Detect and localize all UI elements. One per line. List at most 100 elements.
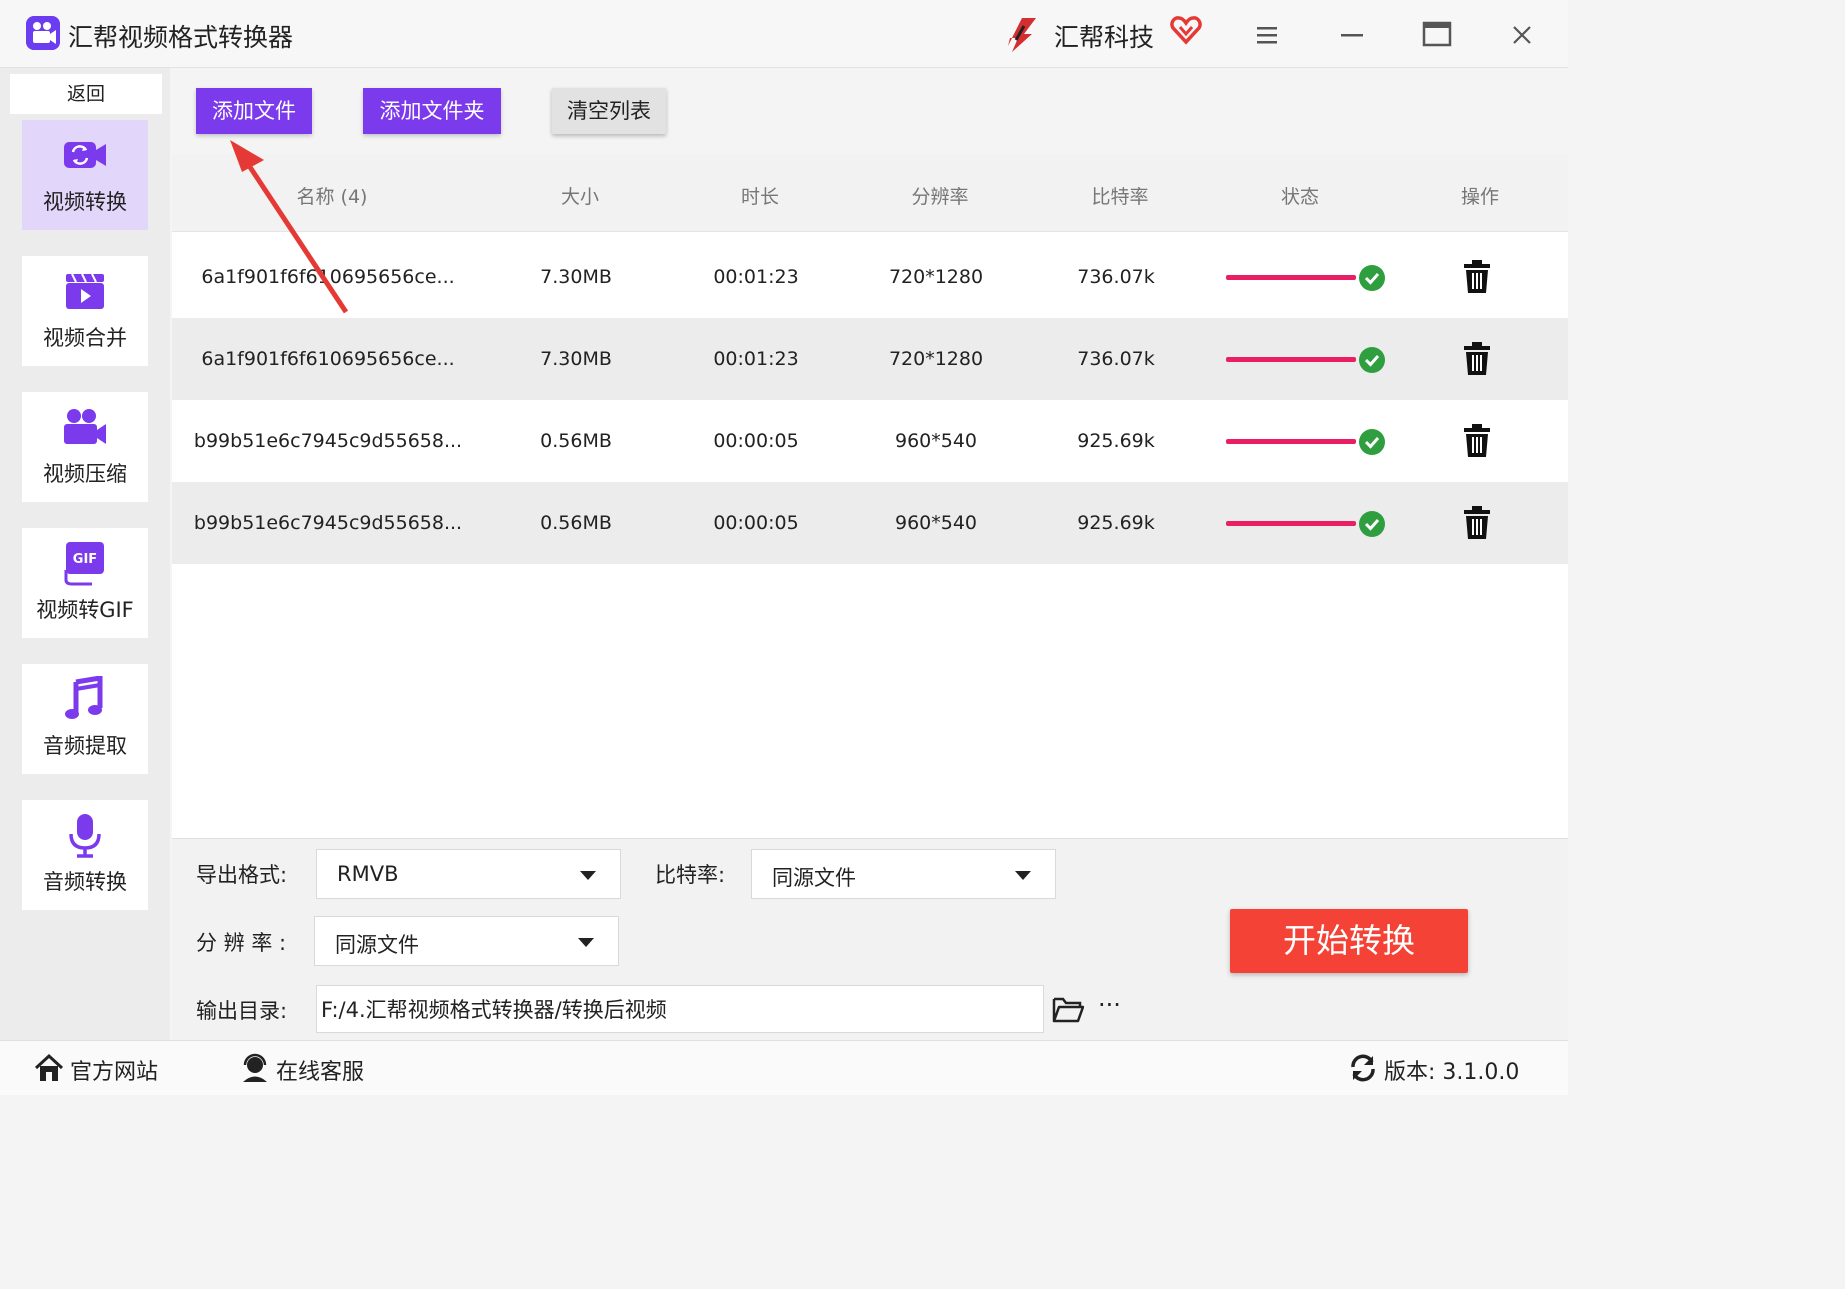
brand-name: 汇帮科技 [1054, 23, 1155, 52]
sidebar-item-label: 视频压缩 [43, 462, 127, 486]
brand-logo-icon [1008, 18, 1036, 52]
sidebar-item-label: 视频转换 [43, 190, 127, 214]
format-label: 导出格式: [196, 863, 288, 887]
trash-icon[interactable] [1462, 506, 1492, 540]
sidebar-item-audio-extract[interactable]: 音频提取 [22, 664, 148, 774]
progress-bar [1226, 521, 1356, 526]
official-website-link[interactable]: 官方网站 [70, 1054, 158, 1086]
table-row[interactable]: b99b51e6c7945c9d55658... 0.56MB 00:00:05… [172, 400, 1568, 482]
file-name: b99b51e6c7945c9d55658... [193, 512, 463, 534]
sidebar-item-video-gif[interactable]: GIF 视频转GIF [22, 528, 148, 638]
file-name: 6a1f901f6f610695656ce... [201, 348, 455, 370]
toolbar: 添加文件 添加文件夹 清空列表 [170, 68, 1568, 154]
check-circle-icon [1359, 429, 1385, 455]
sidebar: 返回 视频转换 视频合并 视频压缩 GIF 视频转GIF 音频提取 音频转换 [0, 68, 170, 1040]
check-circle-icon [1359, 265, 1385, 291]
header-name[interactable]: 名称 (4) [297, 182, 368, 209]
microphone-icon [69, 814, 101, 858]
resolution-value: 同源文件 [335, 933, 419, 957]
file-bitrate: 925.69k [1077, 430, 1155, 452]
file-resolution: 960*540 [894, 512, 978, 534]
back-button[interactable]: 返回 [10, 74, 162, 114]
close-icon[interactable] [1505, 18, 1539, 52]
title-bar: 汇帮视频格式转换器 汇帮科技 [0, 0, 1568, 68]
header-action: 操作 [1460, 186, 1500, 208]
gif-icon: GIF [64, 542, 104, 586]
vip-heart-icon[interactable] [1170, 14, 1202, 46]
app-title: 汇帮视频格式转换器 [68, 23, 294, 52]
customer-service-icon[interactable] [240, 1053, 270, 1083]
output-dir-input[interactable] [316, 985, 1044, 1033]
settings-panel: 导出格式: RMVB 比特率: 同源文件 分 辨 率 : 同源文件 输出目录: … [172, 838, 1568, 1040]
table-header: 名称 (4) 大小 时长 分辨率 比特率 状态 操作 [172, 154, 1568, 232]
sidebar-item-video-convert[interactable]: 视频转换 [22, 120, 148, 230]
menu-icon[interactable] [1250, 18, 1284, 52]
check-circle-icon [1359, 511, 1385, 537]
file-duration: 00:00:05 [713, 430, 799, 452]
trash-icon[interactable] [1462, 260, 1492, 294]
sidebar-item-video-merge[interactable]: 视频合并 [22, 256, 148, 366]
chevron-down-icon [580, 871, 596, 880]
trash-icon[interactable] [1462, 342, 1492, 376]
sidebar-item-label: 音频转换 [43, 870, 127, 894]
home-icon[interactable] [34, 1053, 64, 1083]
table-row[interactable]: b99b51e6c7945c9d55658... 0.56MB 00:00:05… [172, 482, 1568, 564]
sidebar-item-label: 视频合并 [43, 326, 127, 350]
progress-bar [1226, 357, 1356, 362]
online-service-link[interactable]: 在线客服 [276, 1054, 364, 1086]
header-size[interactable]: 大小 [561, 182, 599, 209]
maximize-icon[interactable] [1420, 18, 1454, 52]
output-dir-label: 输出目录: [196, 999, 288, 1023]
video-convert-icon [64, 142, 106, 168]
folder-open-icon[interactable] [1052, 995, 1084, 1023]
sidebar-item-label: 音频提取 [43, 734, 127, 758]
progress-bar [1226, 439, 1356, 444]
file-size: 0.56MB [540, 430, 612, 452]
add-folder-button[interactable]: 添加文件夹 [363, 88, 501, 134]
chevron-down-icon [578, 938, 594, 947]
sidebar-item-video-compress[interactable]: 视频压缩 [22, 392, 148, 502]
bitrate-select[interactable]: 同源文件 [751, 849, 1056, 899]
bitrate-label: 比特率: [655, 863, 726, 887]
footer: 官方网站 在线客服 版本: 3.1.0.0 [0, 1040, 1568, 1095]
format-select[interactable]: RMVB [316, 849, 621, 899]
trash-icon[interactable] [1462, 424, 1492, 458]
chevron-down-icon [1015, 871, 1031, 880]
file-size: 7.30MB [540, 348, 612, 370]
file-bitrate: 925.69k [1077, 512, 1155, 534]
file-table: 名称 (4) 大小 时长 分辨率 比特率 状态 操作 6a1f901f6f610… [172, 154, 1568, 838]
header-bitrate[interactable]: 比特率 [1091, 182, 1148, 209]
progress-bar [1226, 275, 1356, 280]
file-resolution: 960*540 [894, 430, 978, 452]
table-row[interactable]: 6a1f901f6f610695656ce... 7.30MB 00:01:23… [172, 236, 1568, 318]
add-file-button[interactable]: 添加文件 [196, 88, 312, 134]
format-value: RMVB [337, 862, 399, 886]
file-duration: 00:00:05 [713, 512, 799, 534]
file-size: 7.30MB [540, 266, 612, 288]
clear-list-button[interactable]: 清空列表 [552, 88, 666, 134]
file-duration: 00:01:23 [713, 348, 799, 370]
header-resolution[interactable]: 分辨率 [911, 182, 968, 209]
refresh-icon[interactable] [1348, 1053, 1378, 1083]
svg-text:GIF: GIF [73, 552, 97, 567]
check-circle-icon [1359, 347, 1385, 373]
file-size: 0.56MB [540, 512, 612, 534]
video-compress-icon [64, 409, 106, 444]
start-convert-button[interactable]: 开始转换 [1230, 909, 1468, 973]
resolution-select[interactable]: 同源文件 [314, 916, 619, 966]
file-bitrate: 736.07k [1077, 266, 1155, 288]
table-row[interactable]: 6a1f901f6f610695656ce... 7.30MB 00:01:23… [172, 318, 1568, 400]
app-logo-icon [26, 16, 60, 50]
sidebar-item-audio-convert[interactable]: 音频转换 [22, 800, 148, 910]
more-options-icon[interactable]: ··· [1098, 993, 1128, 1023]
file-name: 6a1f901f6f610695656ce... [201, 266, 455, 288]
file-bitrate: 736.07k [1077, 348, 1155, 370]
sidebar-item-label: 视频转GIF [36, 598, 134, 622]
minimize-icon[interactable] [1335, 18, 1369, 52]
video-merge-icon [66, 273, 104, 309]
file-name: b99b51e6c7945c9d55658... [193, 430, 463, 452]
header-duration[interactable]: 时长 [741, 182, 779, 209]
bitrate-value: 同源文件 [772, 866, 856, 890]
file-resolution: 720*1280 [888, 266, 984, 288]
music-note-icon [65, 676, 103, 719]
